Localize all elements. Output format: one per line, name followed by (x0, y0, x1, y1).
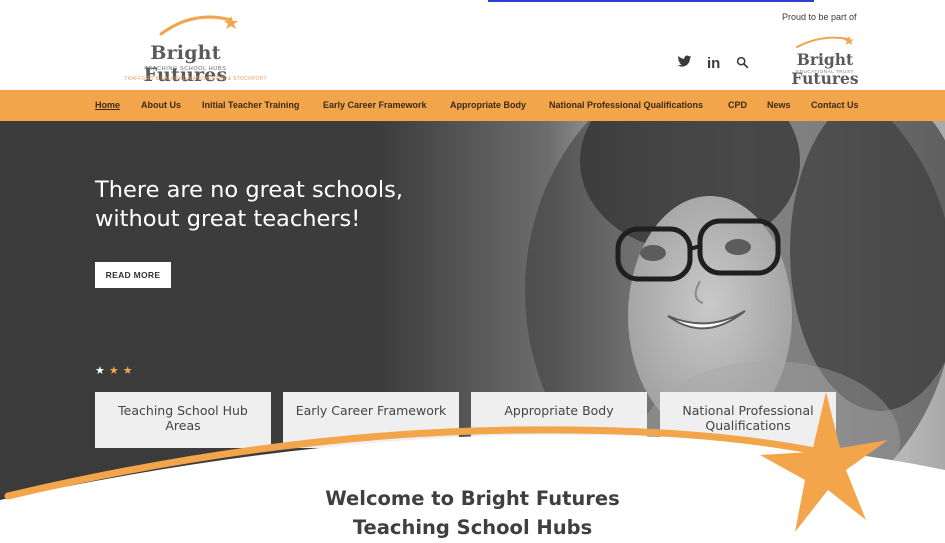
orange-swoosh-graphic (0, 392, 945, 543)
welcome-line2: Teaching School Hubs (352, 516, 593, 539)
welcome-line1: Welcome to Bright Futures (325, 487, 620, 510)
welcome-heading: Welcome to Bright Futures Teaching Schoo… (0, 484, 945, 542)
